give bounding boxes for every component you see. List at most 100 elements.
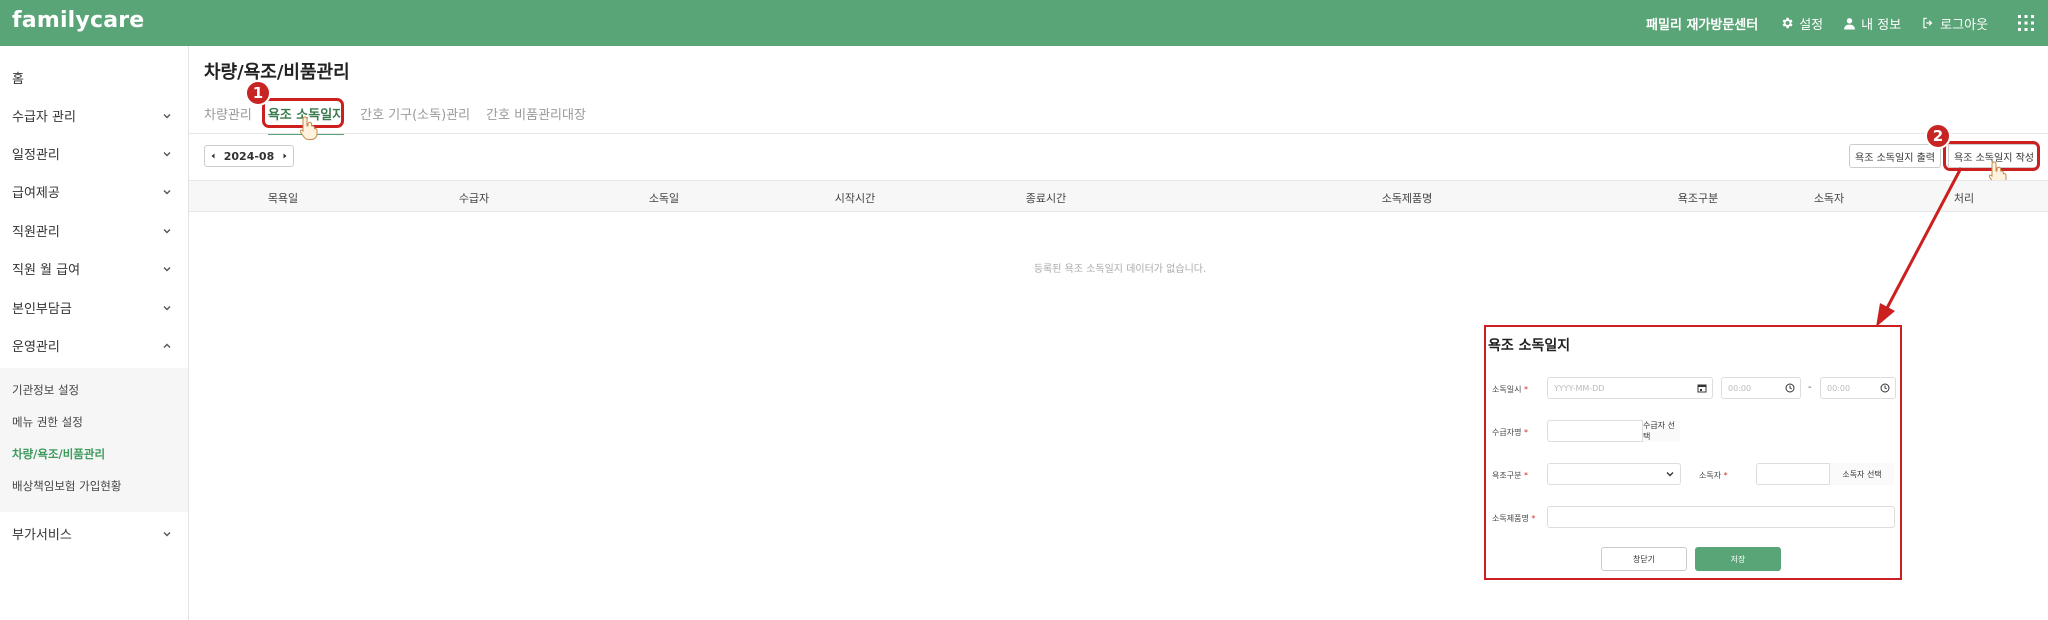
sidebar-item-label: 급여제공 [12,186,60,201]
column-header: 소독자 [1813,192,1845,205]
save-button[interactable]: 저장 [1695,547,1781,571]
end-time-placeholder: 00:00 [1827,383,1851,393]
chevron-down-icon [1666,472,1674,477]
sidebar: 홈 수급자 관리 일정관리 급여제공 직원관리 직원 월 급여 본인부담금 운영… [0,46,189,620]
month-picker: 2024-08 [204,145,294,167]
clock-icon[interactable] [1880,383,1890,393]
column-header: 소독일 [648,192,680,205]
settings-label: 설정 [1799,17,1824,33]
sidebar-item-recipients[interactable]: 수급자 관리 [12,106,172,125]
disinfector-input[interactable]: 소독자 선택 [1756,463,1894,485]
tab-nursing-supplies[interactable]: 간호 비품관리대장 [486,104,586,135]
column-header: 시작시간 [834,192,876,205]
column-header: 욕조구분 [1677,192,1719,205]
dialog-title: 욕조 소독일지 [1488,338,1571,354]
empty-table-message: 등록된 욕조 소독일지 데이터가 없습니다. [1033,264,1207,275]
user-icon [1844,17,1856,29]
sidebar-item-label: 일정관리 [12,148,60,163]
chevron-down-icon [163,266,171,271]
chevron-down-icon [163,531,171,536]
chevron-down-icon [163,189,171,194]
required-mark: * [1524,385,1528,394]
sidebar-item-schedule[interactable]: 일정관리 [12,144,172,163]
my-info-label: 내 정보 [1861,17,1902,33]
sidebar-sub-liability-insurance[interactable]: 배상책임보험 가입현황 [12,478,121,494]
tabs-divider [189,133,2048,134]
chevron-up-icon [163,343,171,348]
start-time-placeholder: 00:00 [1728,383,1752,393]
sidebar-item-home[interactable]: 홈 [12,68,172,87]
pointer-hand-icon [299,116,318,140]
date-label-text: 소독일시 [1492,385,1522,394]
recipient-input[interactable]: 수급자 선택 [1547,420,1680,442]
date-input[interactable]: YYYY-MM-DD [1547,377,1713,399]
chevron-down-icon [163,305,171,310]
step-badge-1: 1 [245,80,271,106]
column-header: 목욕일 [267,192,299,205]
tab-vehicle[interactable]: 차량관리 [204,104,252,135]
tub-type-label-text: 욕조구분 [1492,471,1522,480]
app-logo[interactable]: familycare [12,8,144,33]
sidebar-item-copay[interactable]: 본인부담금 [12,298,172,317]
sidebar-sub-org-settings[interactable]: 기관정보 설정 [12,382,79,398]
sidebar-item-label: 운영관리 [12,340,60,355]
sidebar-sub-vehicle-tub-supplies[interactable]: 차량/욕조/비품관리 [12,446,105,462]
product-input[interactable] [1547,506,1895,528]
end-time-input[interactable]: 00:00 [1820,377,1896,399]
select-disinfector-button[interactable]: 소독자 선택 [1829,463,1894,485]
product-label: 소독제품명 * [1492,513,1535,524]
sidebar-item-staff-salary[interactable]: 직원 월 급여 [12,259,172,278]
recipient-label-text: 수급자명 [1492,428,1522,437]
chevron-left-icon[interactable] [209,152,217,160]
disinfector-label: 소독자 * [1699,470,1728,481]
chevron-down-icon [163,151,171,156]
sidebar-item-operations[interactable]: 운영관리 [12,336,172,355]
sidebar-item-label: 홈 [12,72,24,87]
disinfector-label-text: 소독자 [1699,471,1722,480]
tub-type-select[interactable] [1547,463,1681,485]
required-mark: * [1524,428,1528,437]
logout-icon [1923,17,1933,29]
time-range-dash: - [1808,382,1812,393]
center-name: 패밀리 재가방문센터 [1646,17,1759,33]
recipient-label: 수급자명 * [1492,427,1528,438]
gear-icon [1782,17,1793,29]
column-header: 소독제품명 [1381,192,1433,205]
sidebar-item-label: 직원 월 급여 [12,263,81,278]
column-header: 수급자 [458,192,490,205]
sidebar-item-staff[interactable]: 직원관리 [12,221,172,240]
arrow-annotation [1876,167,1963,327]
required-mark: * [1723,471,1728,480]
tab-nursing-equipment[interactable]: 간호 기구(소독)관리 [360,104,470,135]
date-label: 소독일시 * [1492,384,1528,395]
start-time-input[interactable]: 00:00 [1721,377,1801,399]
tub-disinfection-log-dialog: 욕조 소독일지 소독일시 * YYYY-MM-DD 00:00 - 00:00 … [1484,325,1902,580]
header-actions: 패밀리 재가방문센터 설정 내 정보 로그아웃 [1646,0,2048,46]
logout-label: 로그아웃 [1940,17,1988,33]
chevron-down-icon [163,113,171,118]
sidebar-item-label: 수급자 관리 [12,110,76,125]
product-label-text: 소독제품명 [1492,514,1529,523]
logout-link[interactable]: 로그아웃 [1921,14,1988,33]
required-mark: * [1531,514,1536,523]
tub-type-label: 욕조구분 * [1492,470,1528,481]
chevron-down-icon [163,228,171,233]
chevron-right-icon[interactable] [281,152,289,160]
date-placeholder: YYYY-MM-DD [1554,383,1605,393]
step-badge-2: 2 [1925,123,1951,149]
page-title: 차량/욕조/비품관리 [204,62,350,83]
close-dialog-button[interactable]: 창닫기 [1601,547,1687,571]
current-month: 2024-08 [223,149,275,163]
sidebar-item-label: 직원관리 [12,225,60,240]
calendar-icon[interactable] [1697,383,1707,393]
apps-grid-icon[interactable] [2018,15,2034,31]
sidebar-item-label: 본인부담금 [12,302,72,317]
sidebar-sub-menu-permissions[interactable]: 메뉴 권한 설정 [12,414,83,430]
select-recipient-button[interactable]: 수급자 선택 [1642,420,1680,442]
sidebar-item-addon-services[interactable]: 부가서비스 [12,524,172,543]
top-header: familycare 패밀리 재가방문센터 설정 내 정보 로그아웃 [0,0,2048,46]
my-info-link[interactable]: 내 정보 [1843,14,1901,33]
sidebar-item-benefits[interactable]: 급여제공 [12,182,172,201]
clock-icon[interactable] [1785,383,1795,393]
settings-link[interactable]: 설정 [1780,14,1823,33]
